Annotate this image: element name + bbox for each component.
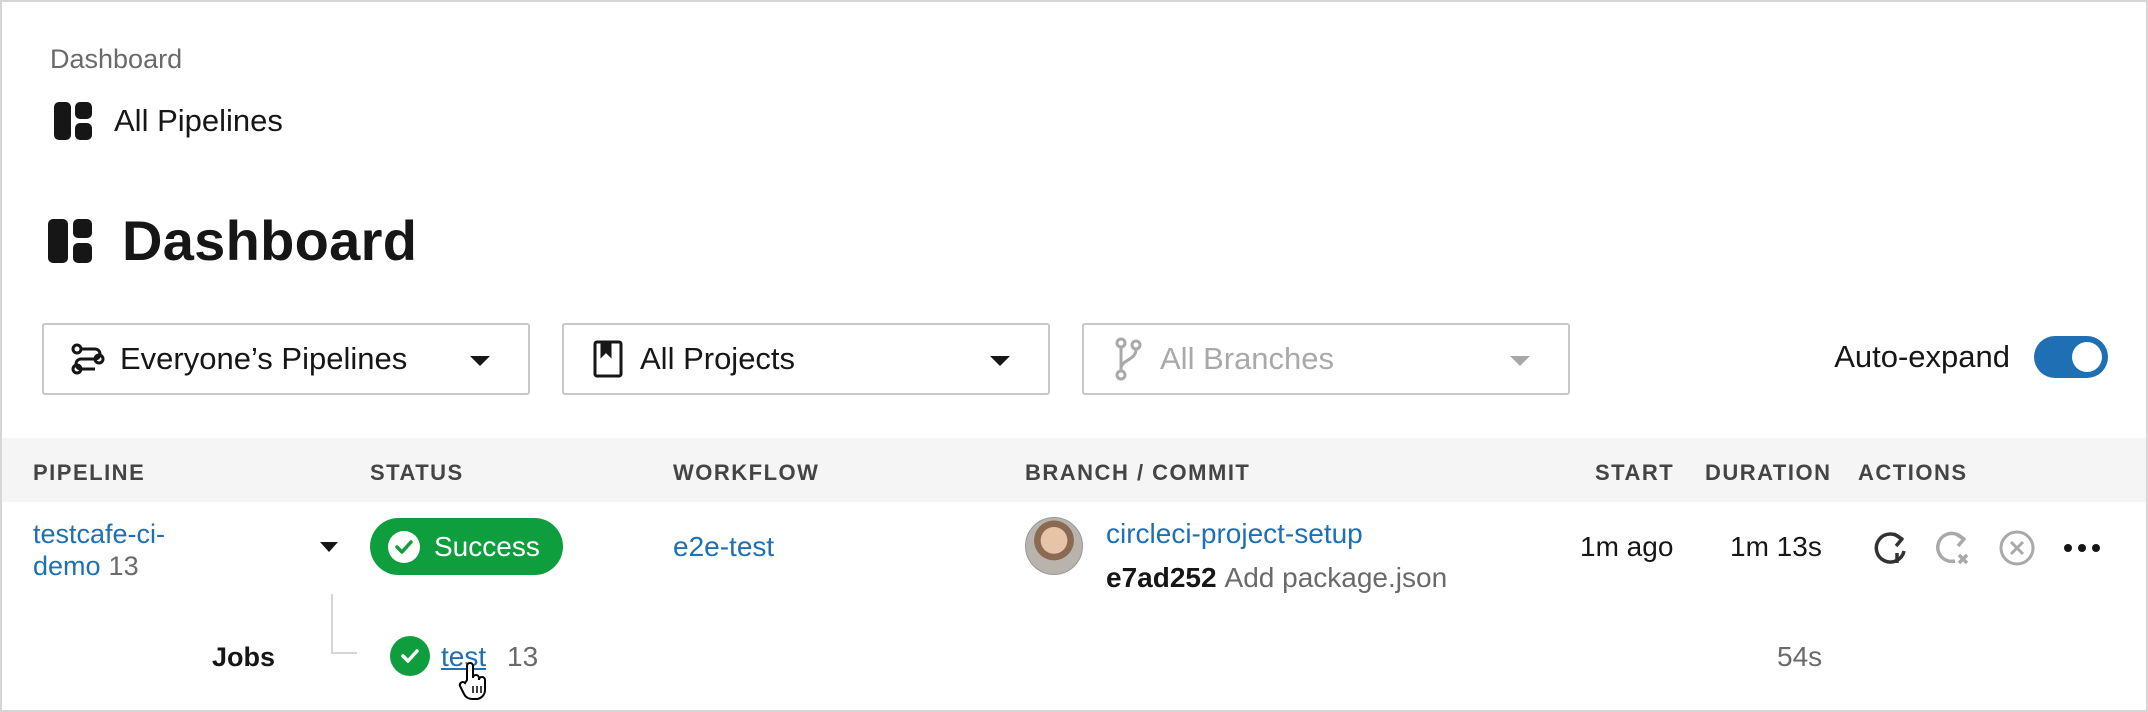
- commit-hash[interactable]: e7ad252: [1106, 562, 1217, 593]
- cancel-icon[interactable]: [1997, 528, 2037, 568]
- dashboard-grid-icon: [48, 218, 92, 263]
- branch-icon: [1110, 337, 1146, 381]
- pipeline-name-line2: demo: [33, 551, 101, 581]
- status-badge[interactable]: Success: [370, 518, 563, 575]
- auto-expand-toggle[interactable]: [2034, 336, 2108, 378]
- commit-message: Add package.json: [1224, 562, 1448, 593]
- column-header-start: START: [1595, 460, 1675, 485]
- job-duration: 54s: [1777, 641, 1823, 672]
- tree-connector: [331, 594, 357, 654]
- page-title: Dashboard: [48, 208, 417, 273]
- auto-expand-control: Auto-expand: [1834, 336, 2108, 378]
- job-number: 13: [507, 641, 539, 672]
- status-badge-label: Success: [434, 530, 540, 562]
- workflow-link[interactable]: e2e-test: [673, 531, 774, 563]
- breadcrumb-dashboard[interactable]: Dashboard: [50, 44, 182, 75]
- jobs-label: Jobs: [212, 642, 276, 672]
- rerun-failed-icon[interactable]: [1932, 528, 1972, 568]
- job-success-check-icon: [390, 636, 430, 676]
- branches-filter-label: All Branches: [1160, 341, 1335, 376]
- projects-filter-label: All Projects: [640, 341, 796, 376]
- start-time: 1m ago: [1580, 531, 1674, 562]
- chevron-down-icon: [470, 356, 490, 366]
- more-icon[interactable]: [2062, 528, 2102, 568]
- column-header-pipeline: PIPELINE: [33, 460, 146, 485]
- column-header-status: STATUS: [370, 460, 464, 485]
- projects-filter-dropdown[interactable]: All Projects: [562, 323, 1050, 395]
- pipelines-filter-dropdown[interactable]: Everyone’s Pipelines: [42, 323, 530, 395]
- hand-cursor-icon: [458, 662, 488, 702]
- branch-link[interactable]: circleci-project-setup: [1106, 518, 1363, 550]
- chevron-down-icon: [1510, 356, 1530, 366]
- rerun-icon[interactable]: [1870, 528, 1910, 568]
- breadcrumb-current-label: All Pipelines: [114, 103, 283, 138]
- column-header-actions: ACTIONS: [1858, 460, 1968, 485]
- commit-info: e7ad252 Add package.json: [1106, 562, 1447, 594]
- chevron-down-icon: [990, 356, 1010, 366]
- duration: 1m 13s: [1730, 531, 1822, 562]
- table-header: PIPELINE STATUS WORKFLOW BRANCH / COMMIT…: [2, 438, 2146, 502]
- column-header-duration: DURATION: [1705, 460, 1832, 485]
- pipelines-icon: [70, 341, 106, 377]
- page-title-label: Dashboard: [122, 209, 418, 272]
- column-header-branch-commit: BRANCH / COMMIT: [1025, 460, 1251, 485]
- pipelines-filter-label: Everyone’s Pipelines: [120, 341, 408, 376]
- branches-filter-dropdown[interactable]: All Branches: [1082, 323, 1570, 395]
- column-header-workflow: WORKFLOW: [673, 460, 820, 485]
- pipeline-name-line1: testcafe-ci-: [33, 519, 166, 549]
- auto-expand-label: Auto-expand: [1834, 339, 2010, 374]
- pipeline-number: 13: [108, 551, 139, 581]
- check-icon: [388, 530, 420, 563]
- pipeline-name-link[interactable]: testcafe-ci-demo: [33, 519, 165, 581]
- project-bookmark-icon: [590, 340, 626, 378]
- breadcrumb-current[interactable]: All Pipelines: [54, 102, 283, 140]
- avatar: [1025, 517, 1083, 575]
- dashboard-grid-icon: [54, 102, 92, 140]
- expand-row-chevron-icon[interactable]: [320, 542, 338, 552]
- toggle-knob: [2072, 342, 2102, 372]
- pipeline-name-cell: testcafe-ci-demo 13: [33, 518, 165, 582]
